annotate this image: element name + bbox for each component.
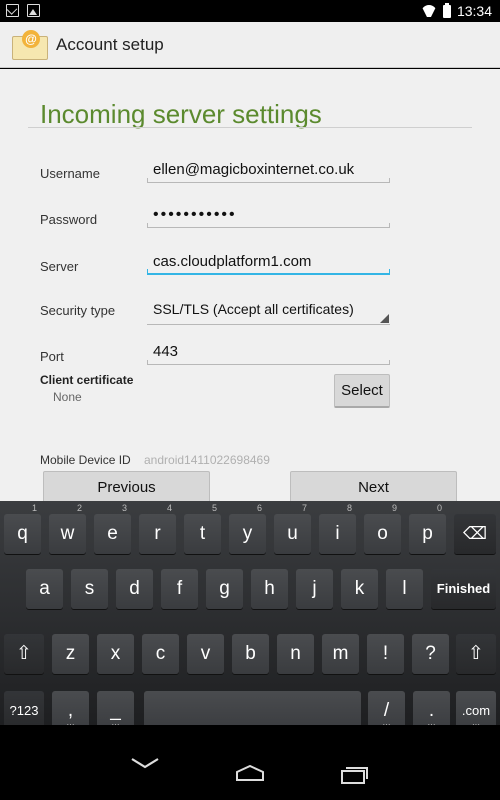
server-field[interactable]: cas.cloudplatform1.com xyxy=(147,253,390,275)
key-w-label: w xyxy=(60,523,75,544)
key-r-hint: 4 xyxy=(166,503,172,513)
key-x[interactable]: x xyxy=(97,634,134,674)
key-k[interactable]: k xyxy=(341,569,378,609)
email-app-icon[interactable]: @ xyxy=(12,29,48,60)
key-n[interactable]: n xyxy=(277,634,314,674)
key-w[interactable]: w2 xyxy=(49,503,86,554)
key-q-hint: 1 xyxy=(31,503,37,513)
dropdown-arrow-icon xyxy=(380,314,389,323)
security-type-label: Security type xyxy=(40,303,116,318)
key-p-label: p xyxy=(422,523,433,544)
key-t-hint: 5 xyxy=(211,503,217,513)
comma-label: , xyxy=(67,700,74,721)
key-z[interactable]: z xyxy=(52,634,89,674)
shift-key-left[interactable]: ⇧ xyxy=(4,634,44,674)
heading-divider xyxy=(28,127,472,128)
key-q[interactable]: q1 xyxy=(4,503,41,554)
key-o-hint: 9 xyxy=(391,503,397,513)
key-l[interactable]: l xyxy=(386,569,423,609)
soft-keyboard: q1 w2 e3 r4 t5 y6 u7 i8 o9 p0 ⌫ a s d f … xyxy=(0,501,500,731)
battery-icon xyxy=(442,2,451,18)
key-i-hint: 8 xyxy=(346,503,352,513)
key-e[interactable]: e3 xyxy=(94,503,131,554)
mobile-device-id-value: android1411022698469 xyxy=(144,453,270,467)
key-u[interactable]: u7 xyxy=(274,503,311,554)
key-w-hint: 2 xyxy=(76,503,82,513)
key-y[interactable]: y6 xyxy=(229,503,266,554)
recent-apps-icon[interactable] xyxy=(340,765,370,785)
home-icon[interactable] xyxy=(234,765,266,781)
key-b[interactable]: b xyxy=(232,634,269,674)
port-label: Port xyxy=(40,349,64,364)
port-field[interactable]: 443 xyxy=(147,343,390,365)
key-e-label: e xyxy=(107,523,118,544)
key-t[interactable]: t5 xyxy=(184,503,221,554)
status-bar: 13:34 xyxy=(0,0,500,22)
key-r-label: r xyxy=(154,523,161,544)
key-c[interactable]: c xyxy=(142,634,179,674)
finished-key[interactable]: Finished xyxy=(431,569,496,609)
shift-icon: ⇧ xyxy=(468,643,484,664)
key-a[interactable]: a xyxy=(26,569,63,609)
key-i[interactable]: i8 xyxy=(319,503,356,554)
username-field[interactable]: ellen@magicboxinternet.co.uk xyxy=(147,161,390,183)
key-j[interactable]: j xyxy=(296,569,333,609)
clock: 13:34 xyxy=(456,3,492,19)
select-certificate-button[interactable]: Select xyxy=(334,374,390,408)
username-label: Username xyxy=(40,166,100,181)
dotcom-label: .com xyxy=(461,703,491,718)
navigation-bar xyxy=(0,725,500,800)
backspace-icon: ⌫ xyxy=(462,524,488,543)
key-p[interactable]: p0 xyxy=(409,503,446,554)
incoming-settings-form: Incoming server settings Username ellen@… xyxy=(0,69,500,503)
key-d[interactable]: d xyxy=(116,569,153,609)
key-o[interactable]: o9 xyxy=(364,503,401,554)
key-s[interactable]: s xyxy=(71,569,108,609)
key-y-label: y xyxy=(242,523,253,544)
key-question[interactable]: ? xyxy=(412,634,449,674)
key-exclamation[interactable]: ! xyxy=(367,634,404,674)
security-type-value: SSL/TLS (Accept all certificates) xyxy=(153,301,354,317)
password-label: Password xyxy=(40,212,98,227)
back-icon[interactable] xyxy=(130,755,160,771)
key-o-label: o xyxy=(377,523,388,544)
key-p-hint: 0 xyxy=(436,503,442,513)
key-m[interactable]: m xyxy=(322,634,359,674)
key-f[interactable]: f xyxy=(161,569,198,609)
key-e-hint: 3 xyxy=(121,503,127,513)
client-certificate-value: None xyxy=(53,390,82,404)
key-u-label: u xyxy=(287,523,298,544)
key-y-hint: 6 xyxy=(256,503,262,513)
mail-notification-icon xyxy=(6,4,19,17)
next-button[interactable]: Next xyxy=(290,471,457,503)
key-v[interactable]: v xyxy=(187,634,224,674)
wifi-icon xyxy=(421,5,437,17)
system-tray: 13:34 xyxy=(421,2,492,19)
key-i-label: i xyxy=(335,523,340,544)
key-h[interactable]: h xyxy=(251,569,288,609)
key-t-label: t xyxy=(199,523,206,544)
image-notification-icon xyxy=(27,4,40,17)
password-field[interactable]: ••••••••••• xyxy=(147,206,390,228)
mobile-device-id-label: Mobile Device ID xyxy=(40,453,131,467)
period-label: . xyxy=(428,700,435,721)
previous-button[interactable]: Previous xyxy=(43,471,210,503)
key-u-hint: 7 xyxy=(301,503,307,513)
key-r[interactable]: r4 xyxy=(139,503,176,554)
underscore-label: _ xyxy=(110,700,121,721)
page-title: Account setup xyxy=(56,34,164,54)
notification-icons xyxy=(6,4,40,17)
key-q-label: q xyxy=(17,523,28,544)
delete-key[interactable]: ⌫ xyxy=(454,514,496,554)
key-g[interactable]: g xyxy=(206,569,243,609)
client-certificate-label: Client certificate xyxy=(40,373,134,387)
at-sign-icon: @ xyxy=(22,29,40,48)
slash-label: / xyxy=(383,700,390,721)
server-label: Server xyxy=(40,259,79,274)
security-type-select[interactable]: SSL/TLS (Accept all certificates) xyxy=(147,301,390,325)
shift-key-right[interactable]: ⇧ xyxy=(456,634,496,674)
action-bar: @ Account setup xyxy=(0,22,500,68)
section-heading: Incoming server settings xyxy=(40,99,322,129)
shift-icon: ⇧ xyxy=(16,643,32,664)
